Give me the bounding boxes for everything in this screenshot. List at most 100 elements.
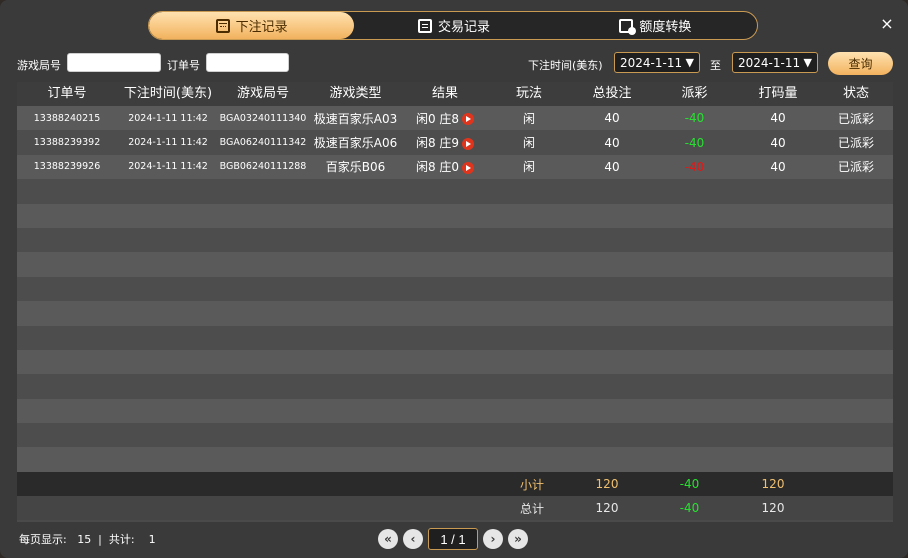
cell-game-type: 极速百家乐A06 — [313, 136, 398, 151]
first-page-icon[interactable]: « — [378, 529, 398, 549]
chevron-down-icon: ▼ — [685, 56, 694, 69]
tab-bet-records[interactable]: 下注记录 — [149, 12, 355, 39]
next-page-icon[interactable]: › — [483, 529, 503, 549]
total-turnover: 120 — [761, 501, 785, 515]
table-row — [17, 325, 893, 350]
table-row — [17, 203, 893, 228]
game-no-label: 游戏局号 — [17, 59, 61, 72]
cell-payout: -40 — [684, 159, 705, 174]
result-text: 闲8 庄9 — [415, 136, 460, 151]
cell-payout: -40 — [684, 111, 705, 126]
cell-result: 闲8 庄9 — [404, 134, 486, 151]
subtotal-turnover: 120 — [761, 477, 785, 491]
total-row: 总计 120 -40 120 — [17, 496, 893, 520]
total-bet: 120 — [595, 501, 619, 515]
cell-play: 闲 — [522, 136, 535, 151]
pagination-footer: 每页显示: 15 | 共计: 1 « ‹ › » — [0, 524, 908, 558]
cell-turnover: 40 — [770, 159, 786, 174]
table-row: 13388239392 2024-1-11 11:42 BGA06240111342… — [17, 130, 893, 155]
dialog-header: 下注记录 交易记录 额度转换 × — [0, 0, 908, 44]
cell-result: 闲8 庄0 — [404, 158, 486, 175]
table-row — [17, 349, 893, 375]
column-header: 打码量 — [758, 86, 798, 101]
play-replay-icon[interactable] — [462, 113, 475, 126]
table-row — [17, 252, 893, 277]
cell-time: 2024-1-11 11:42 — [128, 137, 208, 149]
cell-status: 已派彩 — [837, 136, 874, 151]
cell-turnover: 40 — [770, 111, 786, 126]
table-row — [17, 398, 893, 424]
cell-payout: -40 — [684, 135, 705, 150]
subtotal-row: 小计 120 -40 120 — [17, 472, 893, 496]
table-row — [17, 276, 893, 302]
column-header: 结果 — [431, 86, 458, 101]
last-page-icon[interactable]: » — [508, 529, 528, 549]
date-to-value: 2024-1-11 — [738, 55, 801, 70]
column-header: 状态 — [842, 86, 869, 101]
table-row — [17, 301, 893, 326]
cell-time: 2024-1-11 11:42 — [128, 112, 208, 124]
tab-label: 下注记录 — [235, 20, 288, 35]
play-replay-icon[interactable] — [462, 161, 475, 174]
query-button[interactable]: 查询 — [828, 52, 893, 75]
play-replay-icon[interactable] — [462, 137, 475, 150]
cell-status: 已派彩 — [837, 160, 874, 175]
cell-game-type: 百家乐B06 — [325, 160, 386, 175]
cell-order: 13388239926 — [33, 161, 101, 173]
cell-bet: 40 — [604, 135, 620, 150]
bet-records-table: 订单号 下注时间(美东) 游戏局号 游戏类型 结果 玩法 总投注 派彩 打码量 状态 133882… — [17, 82, 893, 522]
chevron-down-icon: ▼ — [803, 56, 812, 69]
cell-result: 闲0 庄8 — [404, 110, 486, 127]
column-header: 玩法 — [515, 86, 542, 101]
cell-game-no: BGB06240111288 — [219, 161, 307, 173]
column-header: 派彩 — [681, 86, 708, 101]
column-header: 游戏类型 — [329, 86, 382, 101]
cell-bet: 40 — [604, 159, 620, 174]
pager: « ‹ › » — [378, 527, 528, 551]
coin-transfer-icon — [619, 18, 637, 35]
table-header: 订单号 下注时间(美东) 游戏局号 游戏类型 结果 玩法 总投注 派彩 打码量 状态 — [17, 82, 893, 106]
tab-credit-transfer[interactable]: 额度转换 — [554, 12, 757, 39]
cell-game-type: 极速百家乐A03 — [313, 111, 398, 126]
table-row — [17, 179, 893, 204]
table-row — [17, 447, 893, 472]
subtotal-payout: -40 — [679, 477, 700, 491]
game-no-input[interactable] — [67, 53, 161, 72]
tab-bar: 下注记录 交易记录 额度转换 — [148, 11, 758, 40]
total-payout: -40 — [679, 501, 700, 515]
date-to-select[interactable]: 2024-1-11 ▼ — [732, 52, 818, 73]
cell-game-no: BGA03240111340 — [219, 112, 307, 124]
table-row — [17, 227, 893, 253]
order-no-label: 订单号 — [167, 59, 200, 72]
table-row — [17, 374, 893, 399]
page-input[interactable] — [428, 528, 478, 550]
to-label: 至 — [710, 59, 721, 72]
cell-turnover: 40 — [770, 135, 786, 150]
cell-time: 2024-1-11 11:42 — [128, 161, 208, 173]
table-row: 13388239926 2024-1-11 11:42 BGB06240111288… — [17, 154, 893, 180]
table-row — [17, 423, 893, 448]
clipboard-icon — [417, 18, 432, 33]
close-icon[interactable]: × — [880, 16, 894, 32]
calendar-icon — [215, 18, 230, 33]
bet-history-dialog: 下注记录 交易记录 额度转换 × 游戏局号 订单号 下注时间(美东) 2024-… — [0, 0, 908, 558]
cell-order: 13388239392 — [33, 137, 101, 149]
column-header: 下注时间(美东) — [123, 86, 213, 101]
result-text: 闲8 庄0 — [415, 160, 460, 175]
filter-bar: 游戏局号 订单号 下注时间(美东) 2024-1-11 ▼ 至 2024-1-1… — [0, 50, 908, 78]
tab-transaction-records[interactable]: 交易记录 — [354, 12, 553, 39]
date-from-select[interactable]: 2024-1-11 ▼ — [614, 52, 700, 73]
total-label: 总计 — [519, 501, 544, 516]
order-no-input[interactable] — [206, 53, 289, 72]
cell-play: 闲 — [522, 111, 535, 126]
tab-label: 额度转换 — [639, 20, 692, 35]
column-header: 游戏局号 — [236, 86, 289, 101]
column-header: 订单号 — [47, 86, 87, 101]
column-header: 总投注 — [592, 86, 632, 101]
page-info: 每页显示: 15 | 共计: 1 — [19, 533, 156, 546]
cell-game-no: BGA06240111342 — [219, 137, 307, 149]
prev-page-icon[interactable]: ‹ — [403, 529, 423, 549]
table-row: 13388240215 2024-1-11 11:42 BGA03240111340… — [17, 106, 893, 131]
cell-bet: 40 — [604, 111, 620, 126]
bet-time-label: 下注时间(美东) — [528, 59, 603, 72]
